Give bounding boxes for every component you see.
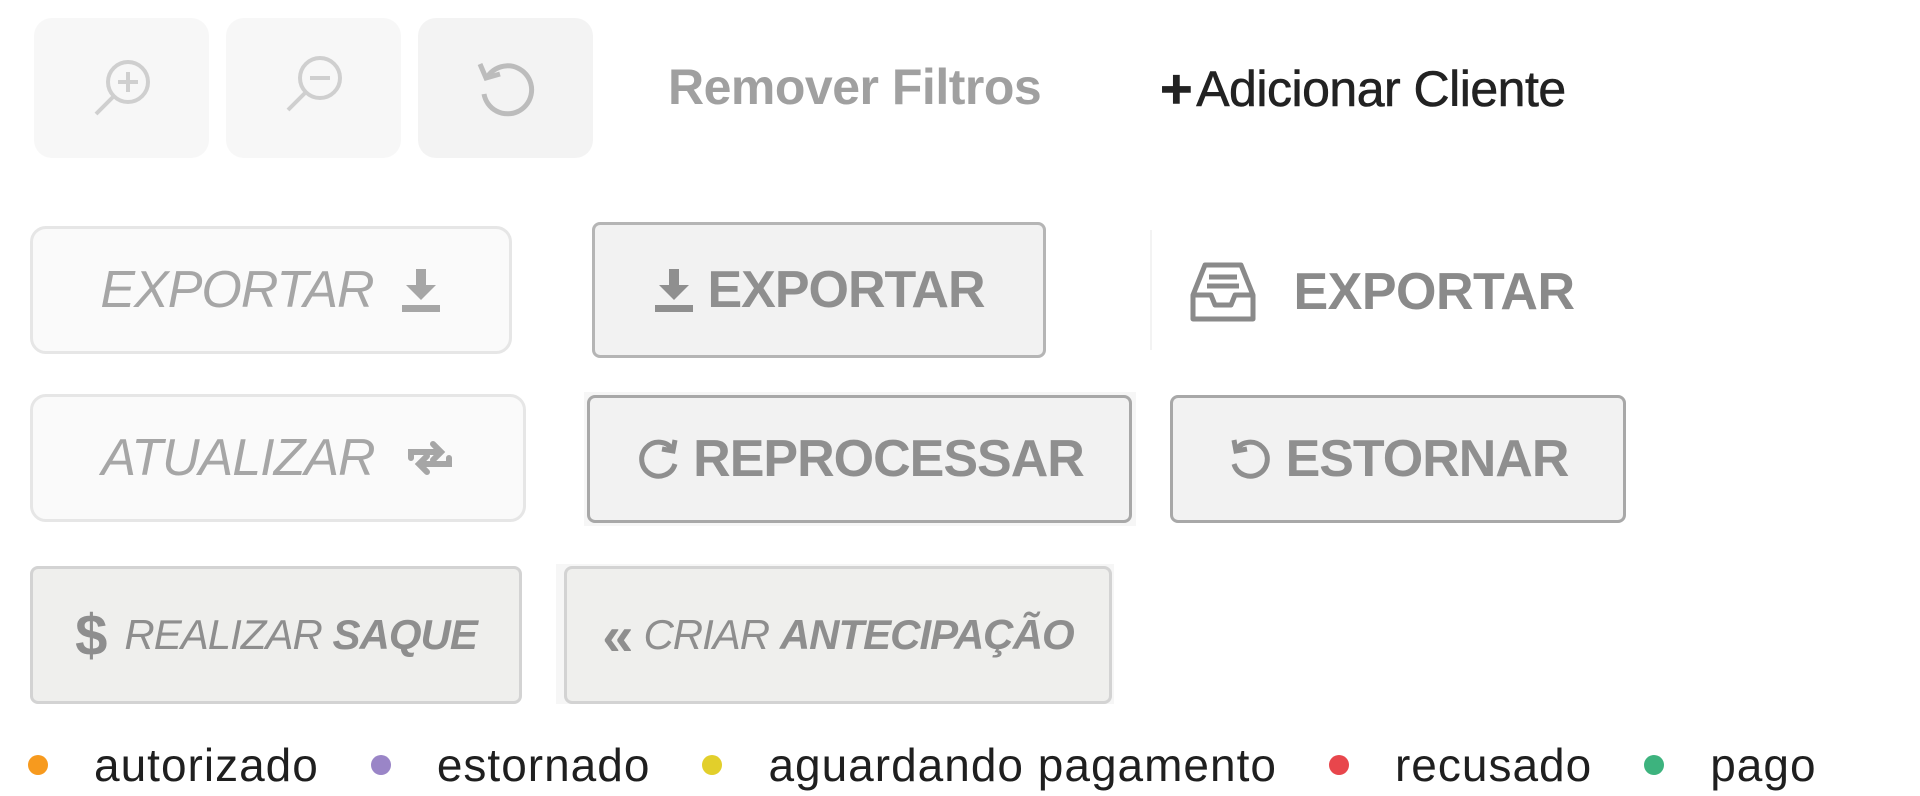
legend-label: aguardando pagamento (768, 739, 1277, 791)
status-dot (1328, 755, 1349, 775)
add-client-label: Adicionar Cliente (1196, 60, 1567, 117)
add-client-link[interactable]: + Adicionar Cliente (1160, 56, 1567, 121)
double-chevron-left-icon: « (602, 603, 633, 667)
download-icon (653, 267, 695, 313)
status-legend: autorizado estornado aguardando pagament… (28, 735, 1817, 795)
zoom-in-icon (82, 48, 162, 128)
refund-label: ESTORNAR (1285, 430, 1570, 488)
create-advance-button[interactable]: « CRIAR ANTECIPAÇÃO (564, 566, 1112, 704)
withdraw-label: REALIZAR SAQUE (124, 611, 477, 658)
export-label: EXPORTAR (707, 261, 985, 319)
legend-label: autorizado (94, 739, 319, 791)
legend-item-refunded: estornado (370, 738, 651, 792)
legend-item-refused: recusado (1328, 738, 1593, 792)
export-button-flat[interactable]: EXPORTAR (1190, 236, 1575, 348)
status-dot (702, 755, 723, 775)
dollar-icon: $ (75, 602, 107, 668)
status-dot (28, 755, 48, 775)
create-advance-label: CRIAR ANTECIPAÇÃO (643, 611, 1074, 658)
export-button-light[interactable]: EXPORTAR (30, 226, 512, 354)
legend-label: estornado (436, 739, 651, 791)
reset-view-button[interactable] (418, 18, 593, 158)
legend-label: recusado (1394, 739, 1593, 791)
withdraw-button[interactable]: $ REALIZAR SAQUE (30, 566, 522, 704)
status-dot (370, 755, 391, 775)
reprocess-label: REPROCESSAR (693, 430, 1085, 488)
legend-label: pago (1710, 739, 1817, 791)
refresh-icon (405, 438, 455, 478)
legend-item-paid: pago (1644, 738, 1816, 792)
zoom-out-icon (274, 48, 354, 128)
status-dot (1644, 755, 1665, 775)
divider (1150, 230, 1152, 350)
reset-icon (468, 50, 544, 126)
export-label: EXPORTAR (100, 261, 374, 319)
export-button-gray[interactable]: EXPORTAR (592, 222, 1046, 358)
zoom-out-button[interactable] (226, 18, 401, 158)
remove-filters-link[interactable]: Remover Filtros (668, 58, 1042, 116)
legend-item-authorized: autorizado (28, 738, 319, 792)
legend-item-awaiting-payment: aguardando pagamento (702, 738, 1277, 792)
undo-icon (1228, 436, 1274, 482)
download-icon (400, 267, 442, 313)
refund-button[interactable]: ESTORNAR (1170, 395, 1626, 523)
plus-icon: + (1160, 57, 1193, 121)
export-label: EXPORTAR (1293, 263, 1575, 321)
inbox-icon (1189, 261, 1257, 323)
reprocess-button[interactable]: REPROCESSAR (587, 395, 1132, 523)
reload-icon (635, 436, 681, 482)
update-label: ATUALIZAR (101, 429, 375, 487)
zoom-in-button[interactable] (34, 18, 209, 158)
update-button[interactable]: ATUALIZAR (30, 394, 526, 522)
